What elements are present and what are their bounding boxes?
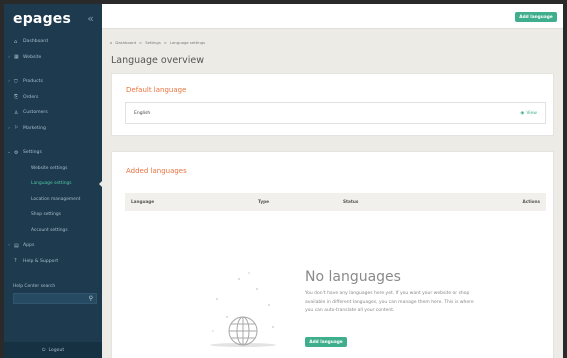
sidebar-item-customers[interactable]: ♙ Customers xyxy=(4,105,102,121)
sidebar-item-apps[interactable]: › ▤ Apps xyxy=(4,238,102,254)
globe-illustration-icon xyxy=(210,272,276,347)
sidebar-item-label: Settings xyxy=(23,150,42,156)
sidebar-item-label: Apps xyxy=(23,243,35,249)
added-languages-card: Added languages Language Type Status Act… xyxy=(111,151,554,358)
sidebar-item-settings[interactable]: ⌄ ⚙ Settings xyxy=(4,145,102,161)
sidebar-subitem-account-settings[interactable]: Account settings xyxy=(4,223,102,239)
chevron-right-icon: › xyxy=(8,125,10,131)
add-language-button[interactable]: Add language xyxy=(305,337,347,347)
breadcrumb: ⌂ Dashboard > Settings > Language settin… xyxy=(110,40,205,45)
home-icon: ⌂ xyxy=(14,38,18,45)
help-icon: ? xyxy=(14,258,17,265)
default-language-name: English xyxy=(134,110,151,116)
sidebar-item-label: Orders xyxy=(23,94,39,100)
sidebar-subitem-location-management[interactable]: Location management xyxy=(4,192,102,208)
breadcrumb-item-dashboard[interactable]: Dashboard xyxy=(115,40,136,45)
default-language-card: Default language English ◉ View xyxy=(111,73,554,136)
apps-icon: ▤ xyxy=(14,242,19,249)
breadcrumb-separator: > xyxy=(163,40,167,45)
website-icon: ▦ xyxy=(14,54,19,61)
main-content: ⌂ Dashboard > Settings > Language settin… xyxy=(102,29,563,358)
languages-table-header: Language Type Status Actions xyxy=(125,193,546,211)
view-link[interactable]: ◉ View xyxy=(520,111,537,116)
help-center-search-input[interactable]: ⚲ xyxy=(13,293,97,304)
breadcrumb-item-language-settings: Language settings xyxy=(169,40,206,45)
sidebar-item-products[interactable]: › ⛉ Products xyxy=(4,74,102,90)
default-language-title: Default language xyxy=(126,86,187,94)
column-header-type: Type xyxy=(258,199,269,204)
breadcrumb-home-icon[interactable]: ⌂ xyxy=(110,40,112,45)
nav-group-main: ⌂ Dashboard › ▦ Website › ⛉ Products ⎘ O… xyxy=(4,33,103,270)
sidebar-item-dashboard[interactable]: ⌂ Dashboard xyxy=(4,34,102,50)
sidebar: epages « ⌂ Dashboard › ▦ Website › ⛉ Pro… xyxy=(4,4,103,358)
orders-icon: ⎘ xyxy=(14,94,19,101)
sidebar-item-label: Website xyxy=(23,54,42,60)
power-icon: ⏻ xyxy=(41,348,46,353)
logout-label: Logout xyxy=(48,347,65,353)
view-label: View xyxy=(526,110,537,116)
sidebar-item-orders[interactable]: ⎘ Orders xyxy=(4,90,102,106)
top-bar: Add language xyxy=(102,4,563,29)
column-header-status: Status xyxy=(343,199,359,204)
chevron-right-icon: › xyxy=(8,243,10,249)
chevron-right-icon: › xyxy=(8,79,10,85)
column-header-actions: Actions xyxy=(522,199,540,204)
customers-icon: ♙ xyxy=(14,109,19,116)
empty-state-text: You don't have any languages here yet. I… xyxy=(305,291,474,313)
logout-button[interactable]: ⏻ Logout xyxy=(4,342,102,358)
collapse-sidebar-icon[interactable]: « xyxy=(87,12,94,25)
chevron-down-icon: ⌄ xyxy=(7,150,11,156)
gear-icon: ⚙ xyxy=(14,149,19,156)
sidebar-item-label: Dashboard xyxy=(23,39,48,45)
help-center-label: Help Center search xyxy=(13,284,56,289)
add-language-button-top[interactable]: Add language xyxy=(515,12,557,22)
breadcrumb-item-settings[interactable]: Settings xyxy=(145,40,161,45)
logo-bar: epages « xyxy=(4,4,102,33)
sidebar-item-label: Help & Support xyxy=(23,258,59,264)
sidebar-item-label: Customers xyxy=(23,110,48,116)
sidebar-item-label: Products xyxy=(23,79,43,85)
sidebar-subitem-website-settings[interactable]: Website settings xyxy=(4,161,102,177)
sidebar-item-website[interactable]: › ▦ Website xyxy=(4,50,102,66)
sidebar-subitem-language-settings[interactable]: Language settings xyxy=(4,176,103,192)
sidebar-item-label: Marketing xyxy=(23,125,46,131)
chevron-right-icon: › xyxy=(8,54,10,60)
eye-icon: ◉ xyxy=(520,110,525,116)
products-icon: ⛉ xyxy=(14,78,18,85)
app-frame: epages « ⌂ Dashboard › ▦ Website › ⛉ Pro… xyxy=(4,4,563,358)
added-languages-title: Added languages xyxy=(126,167,187,175)
page-title: Language overview xyxy=(111,55,204,66)
empty-state-title: No languages xyxy=(305,269,401,285)
default-language-row: English ◉ View xyxy=(125,102,546,124)
epages-logo[interactable]: epages xyxy=(13,11,71,27)
search-icon[interactable]: ⚲ xyxy=(89,295,93,302)
sidebar-subitem-shop-settings[interactable]: Shop settings xyxy=(4,207,102,223)
sidebar-subitem-label: Language settings xyxy=(31,181,72,187)
marketing-icon: ⚐ xyxy=(14,125,19,132)
sidebar-item-help-support[interactable]: ? Help & Support xyxy=(4,254,102,270)
breadcrumb-separator: > xyxy=(139,40,143,45)
column-header-language: Language xyxy=(131,199,155,204)
sidebar-item-marketing[interactable]: › ⚐ Marketing xyxy=(4,121,102,137)
